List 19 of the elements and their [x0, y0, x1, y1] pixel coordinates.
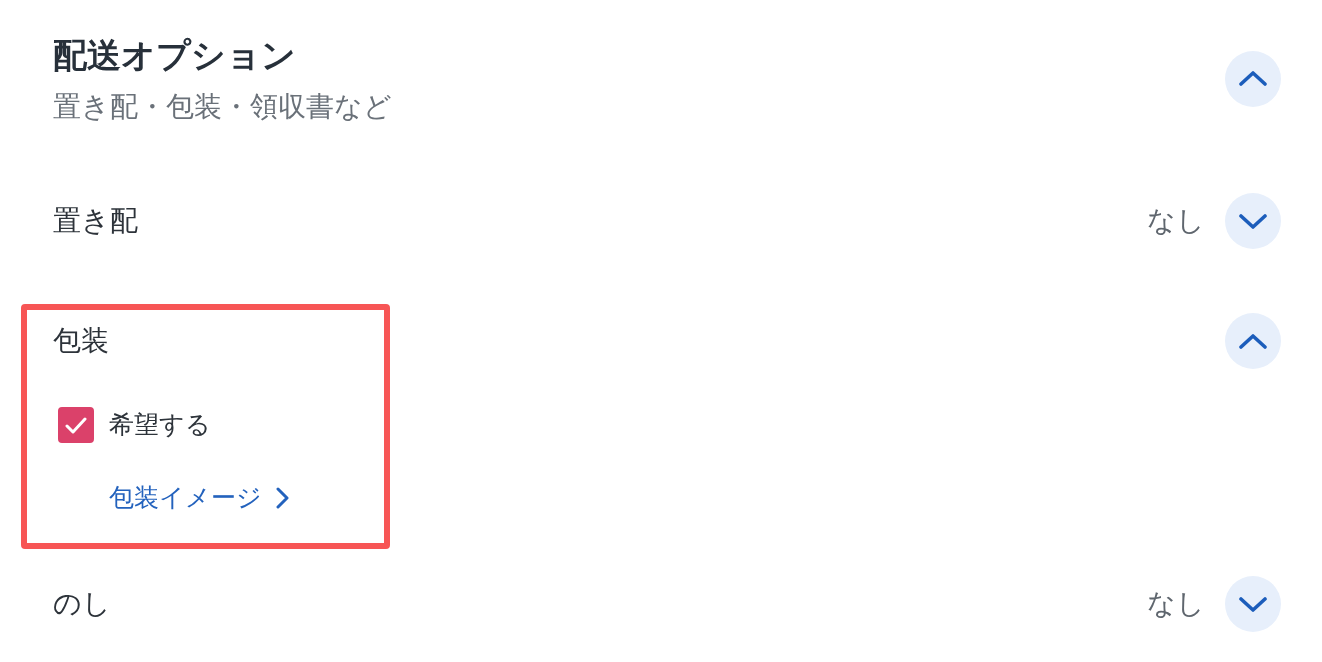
expand-button[interactable] — [1225, 576, 1281, 632]
section-title: 配送オプション — [53, 34, 297, 77]
option-label: 置き配 — [53, 203, 138, 239]
image-link[interactable]: 包装イメージ — [109, 482, 289, 514]
collapse-button[interactable] — [1225, 313, 1281, 369]
checkbox[interactable] — [58, 407, 94, 443]
chevron-right-icon — [276, 487, 289, 509]
chevron-down-icon — [1239, 213, 1267, 229]
option-value: なし — [1147, 586, 1205, 622]
expand-button[interactable] — [1225, 193, 1281, 249]
chevron-up-icon — [1239, 333, 1267, 349]
option-label: 包装 — [53, 323, 109, 359]
chevron-down-icon — [1239, 596, 1267, 612]
option-value: なし — [1147, 203, 1205, 239]
check-icon — [65, 416, 87, 434]
option-label: のし — [53, 586, 111, 622]
chevron-up-icon — [1239, 71, 1267, 86]
section-subtitle: 置き配・包装・領収書など — [53, 89, 392, 125]
checkbox-label: 希望する — [109, 409, 211, 441]
